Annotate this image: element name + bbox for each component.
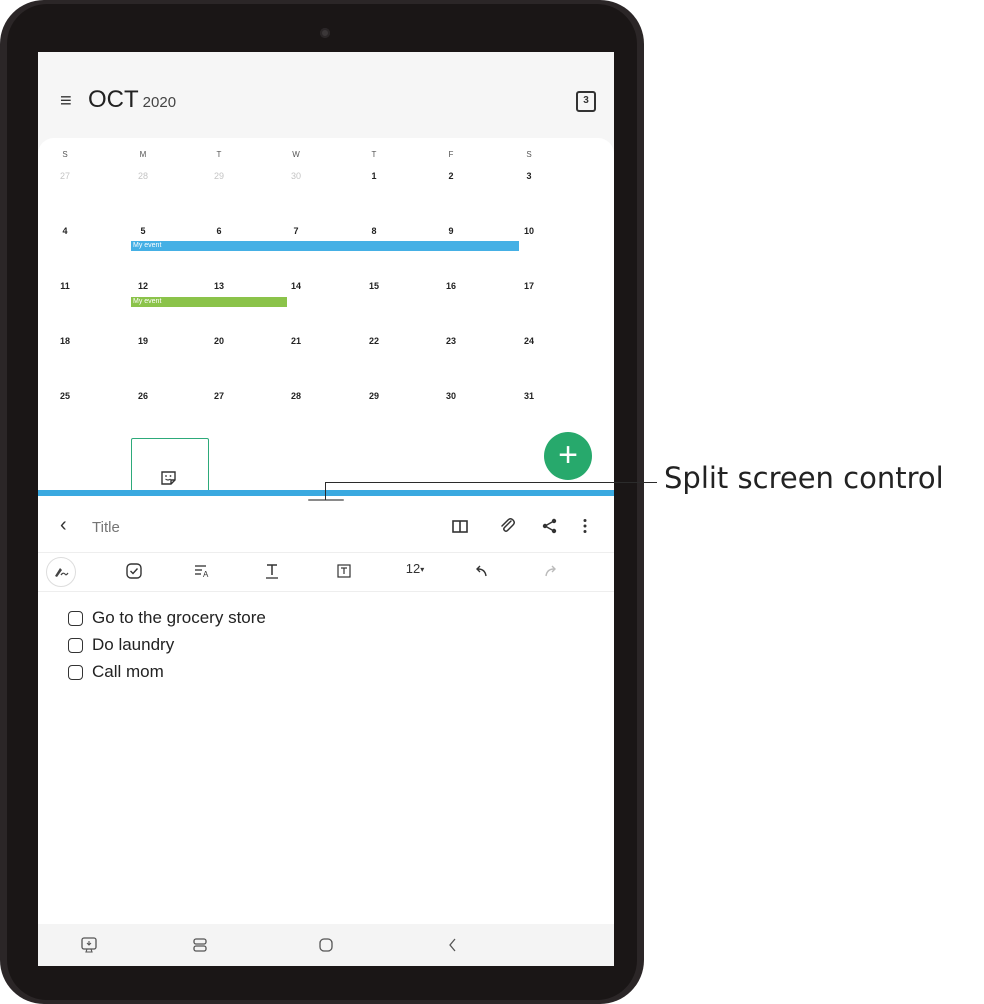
attach-icon[interactable] xyxy=(498,516,518,536)
back-icon[interactable] xyxy=(444,936,462,954)
calendar-day[interactable]: 31 xyxy=(517,391,541,401)
calendar-day[interactable]: 1 xyxy=(362,171,386,181)
calendar-day[interactable]: 4 xyxy=(53,226,77,236)
calendar-day[interactable]: 23 xyxy=(439,336,463,346)
calendar-day[interactable]: 25 xyxy=(53,391,77,401)
calendar-day[interactable]: 5 xyxy=(131,226,155,236)
calendar-day[interactable]: 16 xyxy=(439,281,463,291)
dropdown-caret-icon: ▾ xyxy=(420,565,425,575)
checkbox[interactable] xyxy=(68,611,83,626)
calendar-day[interactable]: 24 xyxy=(517,336,541,346)
event-bar[interactable]: My event xyxy=(131,241,519,251)
format-toolbar: A 12▾ xyxy=(38,552,614,592)
calendar-day[interactable]: 21 xyxy=(284,336,308,346)
calendar-day[interactable]: 7 xyxy=(284,226,308,236)
checkbox[interactable] xyxy=(68,638,83,653)
calendar-day[interactable]: 27 xyxy=(207,391,231,401)
checklist-item-text: Go to the grocery store xyxy=(92,608,266,627)
note-title-input[interactable] xyxy=(90,518,294,537)
month-grid: S M T W T F S 27 28 29 30 1 2 3 4 5 6 7 … xyxy=(38,138,614,510)
weekday-label: M xyxy=(139,150,147,159)
calendar-day[interactable]: 12 xyxy=(131,281,155,291)
book-view-icon[interactable] xyxy=(450,516,470,536)
notes-panel: ‹ Title A 12▾ Go to the grocery store Do… xyxy=(38,502,614,930)
month-title[interactable]: OCT 2020 xyxy=(88,86,176,114)
navigation-bar xyxy=(38,924,614,966)
calendar-day[interactable]: 9 xyxy=(439,226,463,236)
year-label: 2020 xyxy=(142,94,177,111)
calendar-day[interactable]: 3 xyxy=(517,171,541,181)
power-button xyxy=(638,210,644,350)
calendar-day[interactable]: 29 xyxy=(362,391,386,401)
calendar-day[interactable]: 17 xyxy=(517,281,541,291)
calendar-day[interactable]: 15 xyxy=(362,281,386,291)
checkbox[interactable] xyxy=(68,665,83,680)
checklist-item-text: Do laundry xyxy=(92,635,175,654)
calendar-day[interactable]: 11 xyxy=(53,281,77,291)
more-options-icon[interactable] xyxy=(575,516,595,536)
font-size-value: 12 xyxy=(405,561,421,576)
front-camera xyxy=(320,28,330,38)
calendar-day[interactable]: 29 xyxy=(207,171,231,181)
calendar-day[interactable]: 14 xyxy=(284,281,308,291)
add-event-button[interactable]: + xyxy=(544,432,592,480)
keyboard-switch-icon[interactable] xyxy=(80,936,98,954)
calendar-day[interactable]: 30 xyxy=(439,391,463,401)
today-calendar-icon[interactable]: 3 xyxy=(576,91,596,112)
event-bar[interactable]: My event xyxy=(131,297,287,307)
text-format-icon[interactable] xyxy=(262,561,282,581)
month-label: OCT xyxy=(88,86,139,113)
font-size-selector[interactable]: 12▾ xyxy=(398,561,432,581)
weekday-label: F xyxy=(448,150,454,159)
text-box-icon[interactable] xyxy=(334,561,354,581)
calendar-day[interactable]: 20 xyxy=(207,336,231,346)
calendar-day[interactable]: 8 xyxy=(362,226,386,236)
volume-button xyxy=(638,128,644,186)
tablet-screen: ≡ OCT 2020 3 S M T W T F S 27 28 29 30 1 … xyxy=(38,52,614,966)
undo-icon[interactable] xyxy=(472,561,492,581)
weekday-label: T xyxy=(216,150,222,159)
calendar-day[interactable]: 10 xyxy=(517,226,541,236)
callout-label: Split screen control xyxy=(664,461,944,495)
redo-icon[interactable] xyxy=(540,561,560,581)
calendar-day[interactable]: 22 xyxy=(362,336,386,346)
calendar-day[interactable]: 28 xyxy=(131,171,155,181)
split-screen-handle[interactable] xyxy=(308,499,344,501)
weekday-label: S xyxy=(526,150,532,159)
weekday-label: T xyxy=(371,150,377,159)
calendar-day[interactable]: 2 xyxy=(439,171,463,181)
pen-mode-button[interactable] xyxy=(46,557,76,587)
share-icon[interactable] xyxy=(540,516,560,536)
callout-leader-line xyxy=(325,482,657,483)
menu-icon[interactable]: ≡ xyxy=(60,90,72,113)
pen-icon xyxy=(55,568,69,577)
weekday-label: S xyxy=(62,150,68,159)
checkbox-format-icon[interactable] xyxy=(124,561,144,581)
recent-apps-icon[interactable] xyxy=(191,936,209,954)
calendar-day[interactable]: 6 xyxy=(207,226,231,236)
calendar-day[interactable]: 30 xyxy=(284,171,308,181)
sticker-icon xyxy=(161,471,176,485)
notes-toolbar: ‹ xyxy=(38,502,614,552)
calendar-day[interactable]: 18 xyxy=(53,336,77,346)
weekday-label: W xyxy=(292,150,300,159)
checklist-item-text: Call mom xyxy=(92,662,164,681)
text-style-icon[interactable]: A xyxy=(192,561,212,581)
calendar-day[interactable]: 19 xyxy=(131,336,155,346)
calendar-day[interactable]: 13 xyxy=(207,281,231,291)
back-arrow-icon[interactable]: ‹ xyxy=(60,514,67,537)
home-icon[interactable] xyxy=(317,936,335,954)
calendar-header: ≡ OCT 2020 3 xyxy=(38,52,614,138)
calendar-day[interactable]: 26 xyxy=(131,391,155,401)
calendar-day[interactable]: 27 xyxy=(53,171,77,181)
callout-leader-tick xyxy=(325,482,326,500)
calendar-day[interactable]: 28 xyxy=(284,391,308,401)
svg-text:A: A xyxy=(203,570,209,579)
